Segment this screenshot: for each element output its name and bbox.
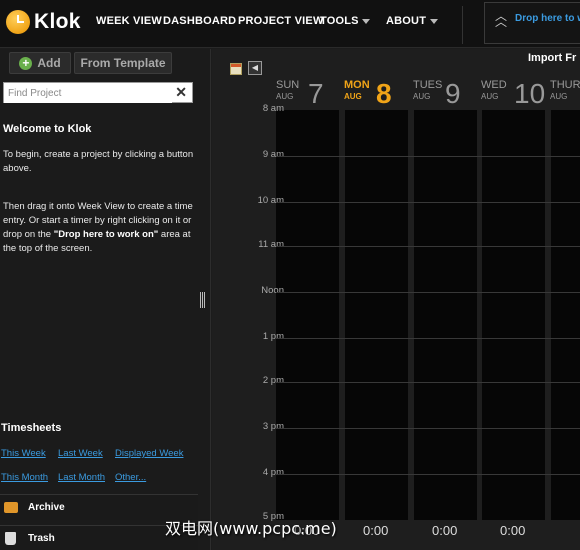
day-number: 9 — [445, 78, 461, 109]
from-template-label: From Template — [80, 56, 166, 70]
previous-week-button[interactable]: ◀ — [248, 61, 262, 75]
project-sidebar: + Add From Template ✕ Welcome to Klok To… — [0, 49, 211, 550]
nav-project-view[interactable]: PROJECT VIEW — [238, 15, 324, 27]
resize-grip-handle[interactable] — [200, 292, 205, 308]
hour-gridline — [276, 474, 580, 475]
app-logo: Klok — [6, 10, 81, 34]
day-total: 0:00 — [432, 523, 458, 538]
week-view-calendar: ◀ Import Fr SUN AUG 7 MON AUG 8 TUES AUG… — [212, 49, 580, 550]
day-month: AUG — [276, 92, 294, 101]
find-project-field: ✕ — [3, 82, 193, 103]
tools-chevron-down-icon[interactable] — [362, 19, 370, 24]
day-column-sun[interactable] — [276, 110, 339, 520]
hour-label: 11 am — [258, 239, 284, 250]
clock-icon — [6, 10, 30, 34]
hour-label: Noon — [261, 285, 284, 296]
drop-zone[interactable]: ︿ ︿ Drop here to w — [484, 2, 580, 44]
hour-gridline — [276, 246, 580, 247]
day-name: MON — [344, 79, 370, 91]
timesheet-last-week-link[interactable]: Last Week — [58, 448, 103, 459]
archive-label: Archive — [28, 502, 65, 513]
day-month: AUG — [481, 92, 499, 101]
day-month: AUG — [344, 92, 362, 101]
drop-zone-label: Drop here to w — [515, 13, 580, 24]
nav-dashboard[interactable]: DASHBOARD — [163, 15, 236, 27]
day-month: AUG — [550, 92, 568, 101]
welcome-title: Welcome to Klok — [3, 123, 92, 135]
timesheet-this-week-link[interactable]: This Week — [1, 448, 46, 459]
trash-icon — [5, 532, 16, 545]
hour-label: 9 am — [262, 149, 284, 160]
hour-gridline — [276, 338, 580, 339]
find-project-input[interactable] — [4, 84, 172, 103]
day-month: AUG — [413, 92, 431, 101]
hour-gridline — [276, 292, 580, 293]
hour-label: 8 am — [262, 103, 284, 114]
day-name: THUR — [550, 79, 580, 91]
day-number: 7 — [308, 78, 324, 109]
hour-label: 4 pm — [262, 467, 284, 478]
hour-gridline — [276, 202, 580, 203]
import-label[interactable]: Import Fr — [528, 52, 576, 64]
plus-icon: + — [19, 56, 33, 70]
timesheet-last-month-link[interactable]: Last Month — [58, 472, 105, 483]
day-column-mon[interactable] — [345, 110, 408, 520]
day-name: TUES — [413, 79, 443, 91]
hour-gridline — [276, 156, 580, 157]
day-number: 10 — [514, 78, 546, 109]
day-number: 8 — [376, 78, 392, 109]
day-column-thur[interactable] — [551, 110, 580, 520]
hour-label: 10 am — [257, 195, 284, 206]
nav-divider — [462, 6, 463, 44]
nav-about[interactable]: ABOUT — [386, 15, 426, 27]
trash-label: Trash — [28, 533, 55, 544]
day-column-wed[interactable] — [482, 110, 545, 520]
hour-label: 2 pm — [262, 375, 284, 386]
add-button-label: Add — [37, 56, 61, 70]
welcome-paragraph-1: To begin, create a project by clicking a… — [3, 149, 194, 174]
watermark: 双电网(www.pcpc.me) — [165, 519, 337, 538]
app-name: Klok — [34, 10, 81, 33]
timesheets-title: Timesheets — [1, 422, 62, 434]
calendar-icon[interactable] — [230, 63, 242, 75]
day-name: SUN — [276, 79, 300, 91]
about-chevron-down-icon[interactable] — [430, 19, 438, 24]
klok-window: Klok WEEK VIEW DASHBOARD PROJECT VIEW TO… — [0, 0, 580, 550]
hour-label: 3 pm — [262, 421, 284, 432]
hour-gridline — [276, 382, 580, 383]
day-name: WED — [481, 79, 507, 91]
timesheet-this-month-link[interactable]: This Month — [1, 472, 48, 483]
clear-search-icon[interactable]: ✕ — [175, 84, 187, 101]
hour-gridline — [276, 428, 580, 429]
day-total: 0:00 — [500, 523, 526, 538]
double-chevron-up-icon: ︿ ︿ — [495, 9, 508, 29]
welcome-paragraph-2: Then drag it onto Week View to create a … — [3, 201, 193, 254]
day-total: 0:00 — [363, 523, 389, 538]
from-template-button[interactable]: From Template — [74, 52, 172, 74]
day-column-tues[interactable] — [414, 110, 477, 520]
top-nav-bar: Klok WEEK VIEW DASHBOARD PROJECT VIEW TO… — [0, 0, 580, 48]
nav-week-view[interactable]: WEEK VIEW — [96, 15, 162, 27]
hour-label: 1 pm — [262, 331, 284, 342]
archive-icon — [4, 502, 18, 513]
nav-tools[interactable]: TOOLS — [320, 15, 359, 27]
timesheet-other-link[interactable]: Other... — [115, 472, 146, 483]
timesheet-displayed-week-link[interactable]: Displayed Week — [115, 448, 183, 459]
add-project-button[interactable]: + Add — [9, 52, 71, 74]
